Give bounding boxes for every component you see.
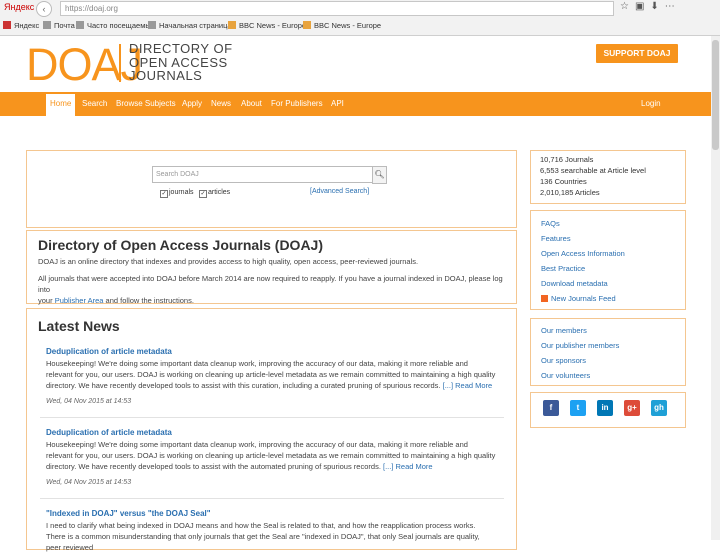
support-doaj-button[interactable]: SUPPORT DOAJ — [596, 44, 678, 63]
scrollbar-thumb[interactable] — [712, 40, 719, 150]
search-panel — [26, 150, 517, 228]
members-link[interactable]: Our members — [541, 326, 587, 335]
news-item-date: Wed, 04 Nov 2015 at 14:53 — [46, 398, 132, 405]
bookmark-item[interactable]: Почта — [43, 21, 75, 30]
rss-icon — [541, 295, 548, 302]
news-item-body: I need to clarify what being indexed in … — [46, 521, 480, 552]
search-input[interactable]: Search DOAJ — [152, 166, 375, 183]
github-icon[interactable]: gh — [651, 400, 667, 416]
twitter-icon[interactable]: t — [570, 400, 586, 416]
divider — [40, 417, 504, 418]
stat-countries: 136 Countries — [540, 177, 587, 186]
nav-search[interactable]: Search — [82, 92, 107, 116]
faqs-link[interactable]: FAQs — [541, 219, 560, 228]
toolbar-icons[interactable]: ☆▣⬇⋯ — [620, 1, 681, 12]
bookmark-item[interactable]: BBC News - Europe — [303, 21, 381, 30]
sponsors-link[interactable]: Our sponsors — [541, 356, 586, 365]
stat-journals: 10,716 Journals — [540, 155, 594, 164]
intro-text: DOAJ is an online directory that indexes… — [38, 257, 419, 266]
folder-icon — [228, 21, 236, 29]
stat-articles: 2,010,185 Articles — [540, 188, 600, 197]
nav-login[interactable]: Login — [641, 92, 661, 116]
news-item-title[interactable]: Deduplication of article metadata — [46, 428, 172, 437]
checkbox-icon: ✓ — [199, 190, 207, 198]
nav-api[interactable]: API — [331, 92, 344, 116]
logo-tagline: DIRECTORY OF OPEN ACCESS JOURNALS — [129, 41, 233, 83]
new-journals-feed-link[interactable]: New Journals Feed — [541, 294, 616, 303]
main-nav: Home Search Browse Subjects Apply News A… — [0, 92, 720, 116]
favicon-icon — [148, 21, 156, 29]
bookmark-item[interactable]: Начальная страница — [148, 21, 232, 30]
nav-apply[interactable]: Apply — [182, 92, 202, 116]
nav-home[interactable]: Home — [46, 94, 76, 116]
search-icon[interactable]: 🔍︎ — [372, 166, 387, 184]
folder-icon — [303, 21, 311, 29]
nav-browse-subjects[interactable]: Browse Subjects — [116, 92, 176, 116]
browser-chrome: Яндекс ‹ https://doaj.org ☆▣⬇⋯ Яндекс По… — [0, 0, 720, 36]
news-item-body: Housekeeping! We're doing some important… — [46, 359, 496, 390]
address-bar[interactable]: https://doaj.org — [60, 1, 614, 16]
googleplus-icon[interactable]: g+ — [624, 400, 640, 416]
news-heading: Latest News — [38, 318, 120, 334]
page-title: Directory of Open Access Journals (DOAJ) — [38, 237, 324, 253]
favicon-icon — [43, 21, 51, 29]
nav-news[interactable]: News — [211, 92, 231, 116]
checkbox-icon: ✓ — [160, 190, 168, 198]
bookmark-item[interactable]: BBC News - Europe — [228, 21, 306, 30]
stat-searchable: 6,553 searchable at Article level — [540, 166, 646, 175]
best-practice-link[interactable]: Best Practice — [541, 264, 585, 273]
articles-checkbox[interactable]: ✓ articles — [199, 189, 230, 198]
bookmark-item[interactable]: Яндекс — [3, 21, 39, 30]
download-metadata-link[interactable]: Download metadata — [541, 279, 608, 288]
divider — [40, 498, 504, 499]
publisher-members-link[interactable]: Our publisher members — [541, 341, 619, 350]
nav-for-publishers[interactable]: For Publishers — [271, 92, 323, 116]
news-item-body: Housekeeping! We're doing some important… — [46, 440, 496, 471]
favicon-icon — [76, 21, 84, 29]
bookmarks-bar: Яндекс Почта Часто посещаемые Начальная … — [0, 19, 720, 33]
features-link[interactable]: Features — [541, 234, 571, 243]
news-item-title[interactable]: "Indexed in DOAJ" versus "the DOAJ Seal" — [46, 509, 211, 518]
bookmark-item[interactable]: Часто посещаемые — [76, 21, 155, 30]
facebook-icon[interactable]: f — [543, 400, 559, 416]
reapply-text: All journals that were accepted into DOA… — [38, 274, 503, 305]
news-item-date: Wed, 04 Nov 2015 at 14:53 — [46, 479, 132, 486]
news-item-title[interactable]: Deduplication of article metadata — [46, 347, 172, 356]
favicon-icon — [3, 21, 11, 29]
read-more-link[interactable]: [...] Read More — [443, 381, 493, 390]
browser-brand: Яндекс — [4, 2, 35, 12]
browser-toolbar: Яндекс ‹ https://doaj.org ☆▣⬇⋯ — [0, 0, 720, 17]
back-icon[interactable]: ‹ — [36, 1, 52, 17]
advanced-search-link[interactable]: [Advanced Search] — [310, 188, 369, 195]
read-more-link[interactable]: [...] Read More — [383, 462, 433, 471]
linkedin-icon[interactable]: in — [597, 400, 613, 416]
nav-about[interactable]: About — [241, 92, 262, 116]
journals-checkbox[interactable]: ✓ journals — [160, 189, 194, 198]
oa-info-link[interactable]: Open Access Information — [541, 249, 625, 258]
publisher-area-link[interactable]: Publisher Area — [55, 296, 104, 305]
volunteers-link[interactable]: Our volunteers — [541, 371, 590, 380]
doaj-logo[interactable]: DOAJ — [26, 42, 143, 87]
logo-divider — [119, 44, 121, 82]
